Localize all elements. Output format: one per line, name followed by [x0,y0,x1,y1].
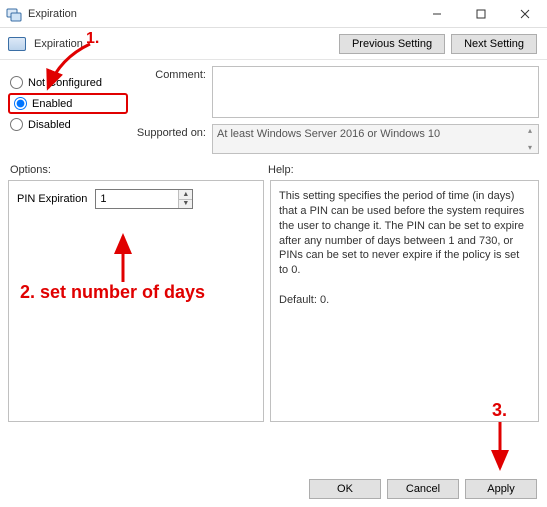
options-header: Options: [10,164,268,176]
close-button[interactable] [503,0,547,28]
gpo-icon [6,6,22,22]
policy-title: Expiration [34,38,83,50]
radio-label: Disabled [28,119,71,131]
chevron-up-icon[interactable]: ▴ [523,126,537,135]
help-panel: This setting specifies the period of tim… [270,180,539,422]
minimize-button[interactable] [415,0,459,28]
policy-icon [8,37,26,51]
radio-enabled[interactable]: Enabled [8,93,128,114]
title-bar: Expiration [0,0,547,28]
ok-button[interactable]: OK [309,479,381,499]
policy-header: Expiration Previous Setting Next Setting [0,28,547,60]
comment-input[interactable] [212,66,539,118]
help-header: Help: [268,164,537,176]
pin-expiration-label: PIN Expiration [17,193,87,205]
radio-not-configured-input[interactable] [10,76,23,89]
spinner-up-icon[interactable]: ▲ [179,190,192,200]
maximize-button[interactable] [459,0,503,28]
annotation-arrow-3 [480,418,520,474]
radio-disabled-input[interactable] [10,118,23,131]
help-default: Default: 0. [279,293,530,308]
supported-on-text: At least Windows Server 2016 or Windows … [212,124,539,154]
radio-label: Not Configured [28,77,102,89]
scroll-arrows: ▴ ▾ [523,126,537,152]
cancel-button[interactable]: Cancel [387,479,459,499]
options-panel: PIN Expiration ▲ ▼ [8,180,264,422]
supported-label: Supported on: [128,124,206,139]
apply-button[interactable]: Apply [465,479,537,499]
help-text: This setting specifies the period of tim… [279,189,530,278]
next-setting-button[interactable]: Next Setting [451,34,537,54]
radio-disabled[interactable]: Disabled [8,115,128,134]
radio-label: Enabled [32,98,72,110]
previous-setting-button[interactable]: Previous Setting [339,34,445,54]
state-radio-group: Not Configured Enabled Disabled [8,66,128,154]
radio-enabled-input[interactable] [14,97,27,110]
radio-not-configured[interactable]: Not Configured [8,73,128,92]
chevron-down-icon[interactable]: ▾ [523,143,537,152]
pin-expiration-input[interactable] [96,190,178,208]
spinner-down-icon[interactable]: ▼ [179,200,192,209]
comment-label: Comment: [128,66,206,81]
pin-expiration-spinner[interactable]: ▲ ▼ [95,189,193,209]
window-title: Expiration [28,8,77,20]
